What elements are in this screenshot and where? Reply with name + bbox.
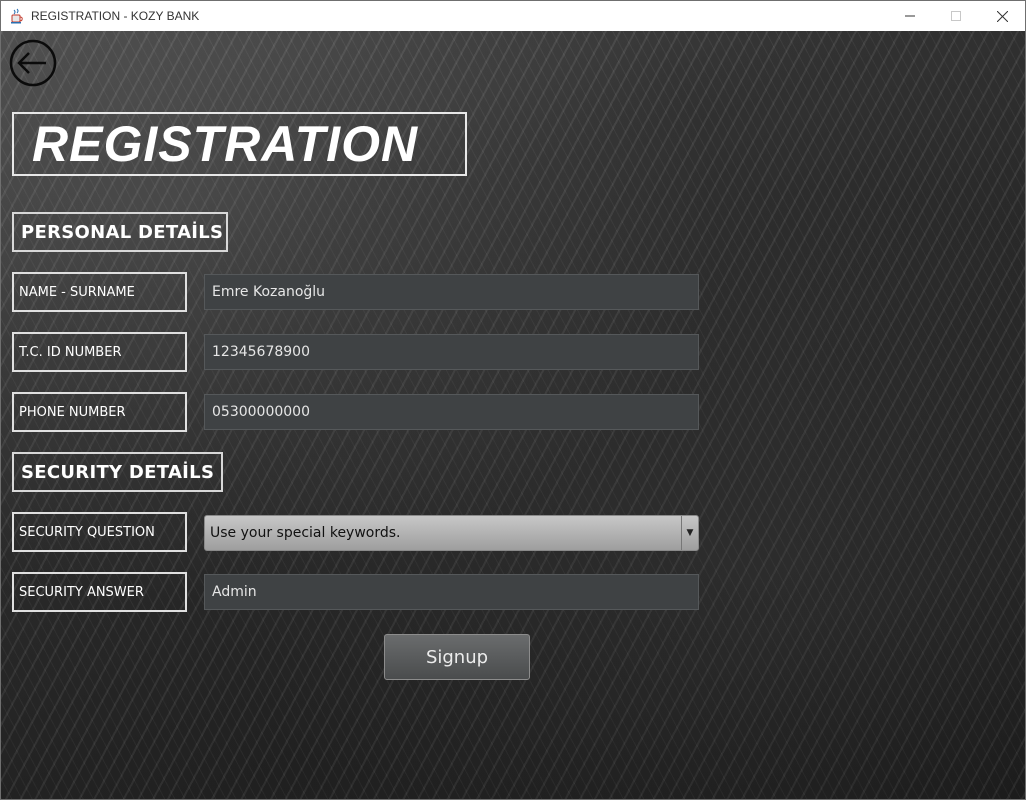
back-button[interactable] (9, 39, 57, 87)
security-details-label: SECURITY DETAİLS (21, 461, 215, 483)
phone-field[interactable]: 05300000000 (204, 394, 699, 430)
tc-id-label-box: T.C. ID NUMBER (12, 332, 187, 372)
page-title: REGISTRATION (32, 116, 419, 172)
maximize-button[interactable] (933, 1, 979, 31)
window-controls (887, 1, 1025, 31)
security-answer-field[interactable]: Admin (204, 574, 699, 610)
name-value: Emre Kozanoğlu (212, 284, 326, 300)
security-answer-value: Admin (212, 584, 257, 600)
java-cup-icon (9, 8, 25, 24)
arrow-left-circle-icon (9, 39, 57, 87)
security-question-label: SECURITY QUESTION (19, 524, 155, 540)
title-bar: REGISTRATION - KOZY BANK (1, 1, 1025, 31)
name-label: NAME - SURNAME (19, 284, 135, 300)
page-title-box: REGISTRATION (12, 112, 467, 176)
security-answer-label: SECURITY ANSWER (19, 584, 144, 600)
close-button[interactable] (979, 1, 1025, 31)
phone-label-box: PHONE NUMBER (12, 392, 187, 432)
registration-form: REGISTRATION PERSONAL DETAİLS NAME - SUR… (1, 31, 1025, 799)
app-window: REGISTRATION - KOZY BANK REGISTRATION PE… (0, 0, 1026, 800)
security-details-header: SECURITY DETAİLS (12, 452, 223, 492)
security-question-select[interactable]: Use your special keywords. ▼ (204, 515, 699, 551)
security-question-value: Use your special keywords. (210, 525, 401, 541)
tc-id-field[interactable]: 12345678900 (204, 334, 699, 370)
signup-button[interactable]: Signup (384, 634, 530, 680)
phone-value: 05300000000 (212, 404, 310, 420)
tc-id-value: 12345678900 (212, 344, 310, 360)
close-icon (996, 10, 1008, 22)
phone-label: PHONE NUMBER (19, 404, 126, 420)
window-title: REGISTRATION - KOZY BANK (31, 9, 200, 23)
minimize-button[interactable] (887, 1, 933, 31)
tc-id-label: T.C. ID NUMBER (19, 344, 122, 360)
maximize-icon (951, 11, 961, 21)
minimize-icon (905, 15, 915, 17)
chevron-down-icon[interactable]: ▼ (681, 516, 698, 550)
name-label-box: NAME - SURNAME (12, 272, 187, 312)
security-question-label-box: SECURITY QUESTION (12, 512, 187, 552)
security-answer-label-box: SECURITY ANSWER (12, 572, 187, 612)
personal-details-label: PERSONAL DETAİLS (21, 221, 224, 243)
name-field[interactable]: Emre Kozanoğlu (204, 274, 699, 310)
personal-details-header: PERSONAL DETAİLS (12, 212, 228, 252)
